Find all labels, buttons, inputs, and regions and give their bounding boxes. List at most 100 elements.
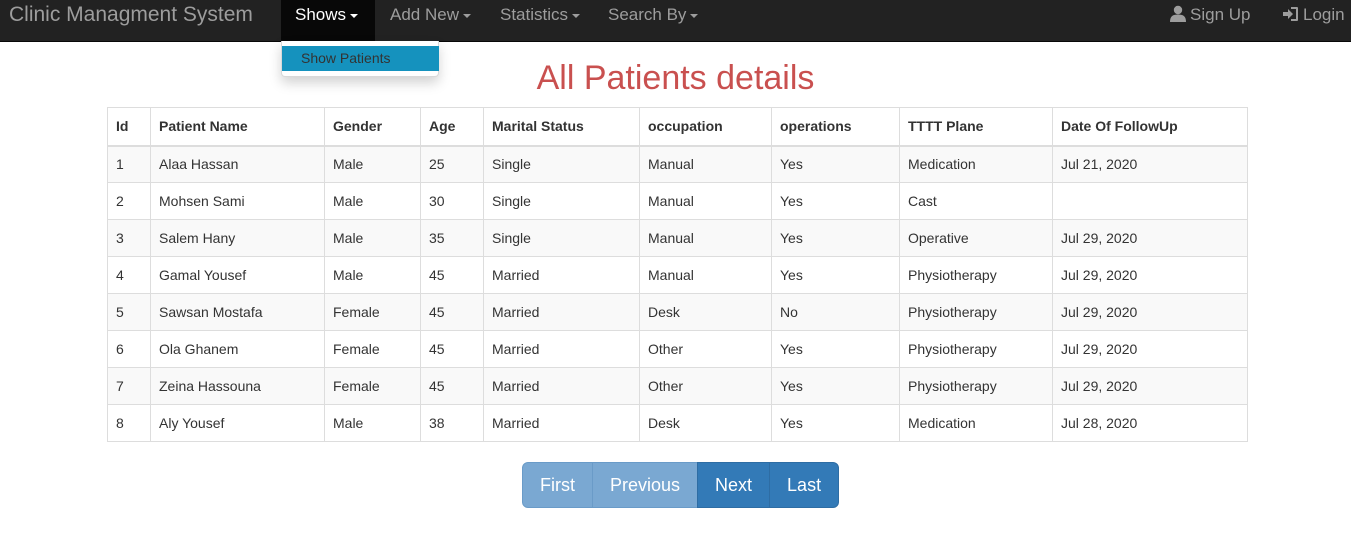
- table-cell: Male: [324, 256, 421, 294]
- table-cell: Jul 28, 2020: [1052, 404, 1248, 442]
- table-cell: Married: [483, 367, 640, 405]
- table-cell: Single: [483, 182, 640, 220]
- table-cell: [1052, 182, 1248, 220]
- table-cell: Ola Ghanem: [150, 330, 325, 368]
- table-cell: 45: [420, 293, 484, 331]
- table-cell: Salem Hany: [150, 219, 325, 257]
- table-cell: Medication: [899, 404, 1053, 442]
- column-header: Patient Name: [150, 107, 325, 147]
- table-cell: 1: [107, 145, 151, 183]
- table-cell: 35: [420, 219, 484, 257]
- signup-link[interactable]: Sign Up: [1170, 0, 1250, 41]
- table-row: 8 Aly Yousef Male 38 Married Desk Yes Medicatio…: [107, 404, 1248, 442]
- nav-menu-add-new[interactable]: Add New: [390, 0, 471, 41]
- table-cell: Zeina Hassouna: [150, 367, 325, 405]
- table-cell: Cast: [899, 182, 1053, 220]
- table-cell: 8: [107, 404, 151, 442]
- table-cell: Gamal Yousef: [150, 256, 325, 294]
- table-cell: Aly Yousef: [150, 404, 325, 442]
- table-cell: 45: [420, 330, 484, 368]
- table-cell: Jul 21, 2020: [1052, 145, 1248, 183]
- signup-label: Sign Up: [1190, 5, 1251, 24]
- table-cell: Yes: [771, 256, 900, 294]
- patients-table: Id Patient Name Gender Age Marital Statu…: [107, 107, 1248, 442]
- table-cell: Yes: [771, 219, 900, 257]
- caret-down-icon: [462, 13, 471, 18]
- login-label: Login: [1303, 5, 1345, 24]
- table-cell: 7: [107, 367, 151, 405]
- table-row: 2 Mohsen Sami Male 30 Single Manual Yes Cast: [107, 182, 1248, 220]
- table-cell: Married: [483, 404, 640, 442]
- table-cell: Physiotherapy: [899, 256, 1053, 294]
- table-cell: 45: [420, 367, 484, 405]
- pagination: First Previous Next Last: [522, 462, 840, 508]
- brand-link[interactable]: Clinic Managment System: [9, 3, 253, 27]
- table-cell: Jul 29, 2020: [1052, 219, 1248, 257]
- table-cell: Manual: [639, 219, 772, 257]
- table-cell: Physiotherapy: [899, 367, 1053, 405]
- table-cell: Jul 29, 2020: [1052, 256, 1248, 294]
- table-cell: 2: [107, 182, 151, 220]
- table-row: 3 Salem Hany Male 35 Single Manual Yes Operativ…: [107, 219, 1248, 257]
- pagination-next-button[interactable]: Next: [697, 462, 771, 508]
- caret-down-icon: [572, 13, 581, 18]
- table-cell: Female: [324, 367, 421, 405]
- table-cell: Yes: [771, 404, 900, 442]
- column-header: TTTT Plane: [899, 107, 1053, 147]
- column-header: occupation: [639, 107, 772, 147]
- nav-menu-search-by-label: Search By: [608, 5, 687, 24]
- table-cell: Married: [483, 330, 640, 368]
- table-cell: Female: [324, 293, 421, 331]
- table-cell: Other: [639, 330, 772, 368]
- table-cell: Male: [324, 219, 421, 257]
- table-row: 5 Sawsan Mostafa Female 45 Married Desk No Phys…: [107, 293, 1248, 331]
- table-cell: Female: [324, 330, 421, 368]
- pagination-first-button[interactable]: First: [522, 462, 593, 508]
- table-row: 7 Zeina Hassouna Female 45 Married Other Yes Ph…: [107, 367, 1248, 405]
- table-cell: Operative: [899, 219, 1053, 257]
- table-cell: Sawsan Mostafa: [150, 293, 325, 331]
- table-cell: 25: [420, 145, 484, 183]
- table-cell: 5: [107, 293, 151, 331]
- login-icon: [1283, 7, 1298, 21]
- nav-menu-shows-label: Shows: [295, 5, 347, 24]
- table-cell: Alaa Hassan: [150, 145, 325, 183]
- user-icon: [1170, 5, 1186, 22]
- pagination-previous-button[interactable]: Previous: [592, 462, 699, 508]
- table-cell: Jul 29, 2020: [1052, 367, 1248, 405]
- table-cell: Yes: [771, 330, 900, 368]
- page-title: All Patients details: [536, 59, 815, 97]
- nav-menu-shows[interactable]: Shows: [281, 0, 375, 41]
- table-cell: Yes: [771, 182, 900, 220]
- table-cell: Physiotherapy: [899, 293, 1053, 331]
- table-header-row: Id Patient Name Gender Age Marital Statu…: [107, 107, 1248, 147]
- pagination-last-button[interactable]: Last: [769, 462, 840, 508]
- table-cell: Married: [483, 293, 640, 331]
- table-cell: 3: [107, 219, 151, 257]
- column-header: Age: [420, 107, 484, 147]
- column-header: operations: [771, 107, 900, 147]
- table-row: 4 Gamal Yousef Male 45 Married Manual Yes Physi…: [107, 256, 1248, 294]
- table-cell: No: [771, 293, 900, 331]
- top-navbar: Clinic Managment System Shows Add New St…: [0, 0, 1351, 42]
- login-link[interactable]: Login: [1282, 0, 1345, 41]
- table-cell: Other: [639, 367, 772, 405]
- table-cell: Medication: [899, 145, 1053, 183]
- nav-menu-add-new-label: Add New: [390, 5, 459, 24]
- table-cell: 30: [420, 182, 484, 220]
- table-cell: Manual: [639, 182, 772, 220]
- table-cell: Yes: [771, 145, 900, 183]
- table-cell: Jul 29, 2020: [1052, 293, 1248, 331]
- table-cell: Married: [483, 256, 640, 294]
- table-cell: 38: [420, 404, 484, 442]
- nav-menu-search-by[interactable]: Search By: [608, 0, 699, 41]
- nav-menu-statistics-label: Statistics: [500, 5, 569, 24]
- table-cell: Yes: [771, 367, 900, 405]
- table-cell: Single: [483, 145, 640, 183]
- table-cell: Desk: [639, 293, 772, 331]
- table-cell: Physiotherapy: [899, 330, 1053, 368]
- nav-menu-statistics[interactable]: Statistics: [500, 0, 581, 41]
- caret-down-icon: [350, 13, 359, 18]
- table-cell: Manual: [639, 256, 772, 294]
- column-header: Id: [107, 107, 151, 147]
